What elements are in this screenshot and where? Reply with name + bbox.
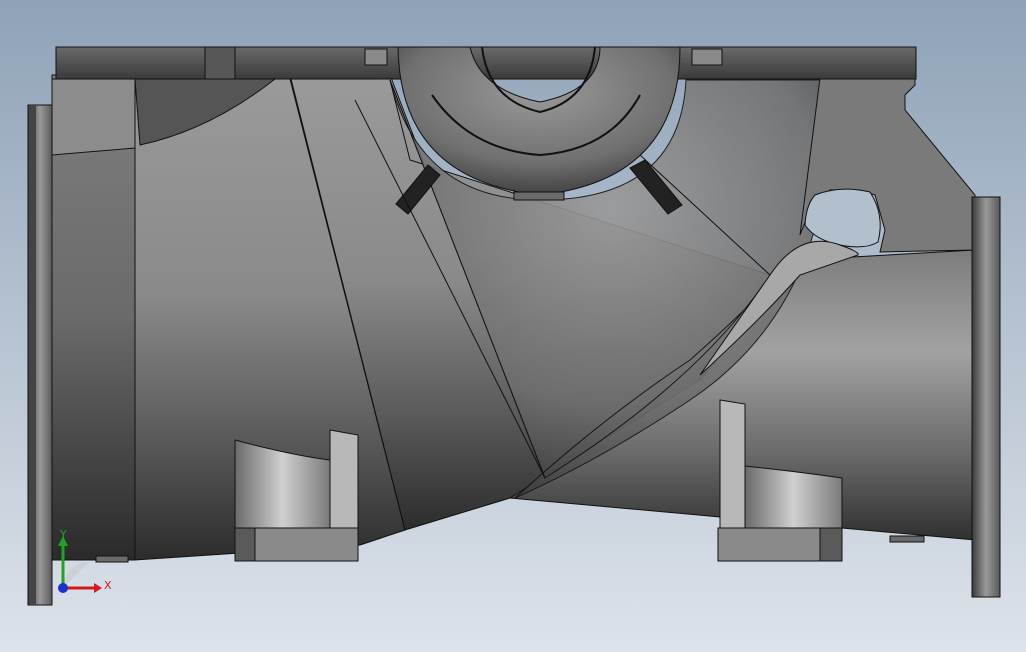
y-axis-label: Y <box>60 528 67 541</box>
triad-graphic <box>58 536 102 593</box>
left-foot-rib <box>329 429 359 529</box>
right-flange <box>971 196 1001 598</box>
right-foot-rib <box>719 399 746 529</box>
bore-boss <box>513 191 565 201</box>
graphics-viewport[interactable]: Y X <box>0 0 1026 652</box>
bottom-boss-right <box>889 535 925 543</box>
z-axis-dot <box>58 583 68 593</box>
cad-model-view[interactable] <box>0 0 1026 652</box>
left-foot-base-edge <box>234 527 256 562</box>
x-axis-label: X <box>104 579 112 592</box>
left-upper-lip <box>51 78 136 156</box>
left-flange-lip <box>30 105 36 605</box>
top-plate-step-left <box>204 46 236 80</box>
top-plate-slot-2 <box>691 48 723 66</box>
top-plate-slot-1 <box>364 48 388 66</box>
x-axis-head <box>94 583 102 593</box>
coordinate-triad: Y X <box>48 528 128 610</box>
right-foot-base-edge <box>819 527 843 562</box>
